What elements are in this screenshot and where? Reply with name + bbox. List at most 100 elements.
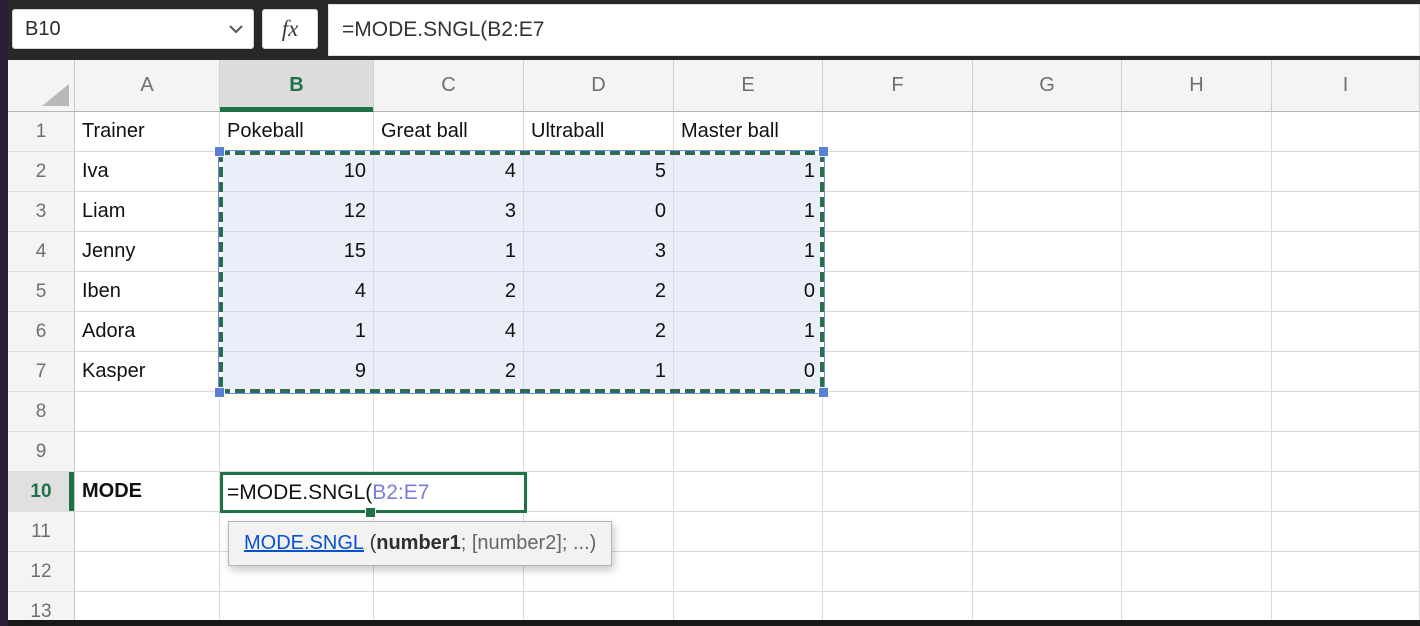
cell-G12[interactable] — [973, 552, 1122, 592]
col-header-C[interactable]: C — [374, 60, 524, 112]
cell-I7[interactable] — [1272, 352, 1420, 392]
cell-I6[interactable] — [1272, 312, 1420, 352]
cell-E11[interactable] — [674, 512, 823, 552]
cell-H4[interactable] — [1122, 232, 1272, 272]
cell-C8[interactable] — [374, 392, 524, 432]
cell-D10[interactable] — [524, 472, 674, 512]
col-header-I[interactable]: I — [1272, 60, 1420, 112]
cell-G10[interactable] — [973, 472, 1122, 512]
cell-H1[interactable] — [1122, 112, 1272, 152]
cell-A1[interactable]: Trainer — [75, 112, 220, 152]
cell-H6[interactable] — [1122, 312, 1272, 352]
insert-function-button[interactable]: fx — [262, 9, 318, 49]
cell-H12[interactable] — [1122, 552, 1272, 592]
cell-D4[interactable]: 3 — [524, 232, 674, 272]
row-header-9[interactable]: 9 — [8, 432, 75, 472]
cell-D9[interactable] — [524, 432, 674, 472]
col-header-D[interactable]: D — [524, 60, 674, 112]
cell-G6[interactable] — [973, 312, 1122, 352]
cell-B7[interactable]: 9 — [220, 352, 374, 392]
cell-A6[interactable]: Adora — [75, 312, 220, 352]
col-header-B[interactable]: B — [220, 60, 374, 112]
cell-D3[interactable]: 0 — [524, 192, 674, 232]
cell-C6[interactable]: 4 — [374, 312, 524, 352]
cell-H10[interactable] — [1122, 472, 1272, 512]
cell-I12[interactable] — [1272, 552, 1420, 592]
cell-F5[interactable] — [823, 272, 973, 312]
cell-I3[interactable] — [1272, 192, 1420, 232]
formula-bar-input[interactable]: =MODE.SNGL(B2:E7 — [328, 4, 1420, 56]
cell-D2[interactable]: 5 — [524, 152, 674, 192]
cell-A4[interactable]: Jenny — [75, 232, 220, 272]
selection-handle-bottom-left[interactable] — [214, 387, 225, 398]
cell-H7[interactable] — [1122, 352, 1272, 392]
cell-G2[interactable] — [973, 152, 1122, 192]
row-header-12[interactable]: 12 — [8, 552, 75, 592]
cell-G9[interactable] — [973, 432, 1122, 472]
cell-B8[interactable] — [220, 392, 374, 432]
function-help-link[interactable]: MODE.SNGL — [244, 532, 364, 555]
col-header-H[interactable]: H — [1122, 60, 1272, 112]
fill-handle[interactable] — [365, 507, 376, 518]
cell-E12[interactable] — [674, 552, 823, 592]
cell-C1[interactable]: Great ball — [374, 112, 524, 152]
row-header-3[interactable]: 3 — [8, 192, 75, 232]
cell-D8[interactable] — [524, 392, 674, 432]
name-box[interactable]: B10 — [12, 9, 254, 49]
cell-I4[interactable] — [1272, 232, 1420, 272]
cell-A11[interactable] — [75, 512, 220, 552]
cell-F3[interactable] — [823, 192, 973, 232]
cell-E7[interactable]: 0 — [674, 352, 823, 392]
cell-A10[interactable]: MODE — [75, 472, 220, 512]
cell-A9[interactable] — [75, 432, 220, 472]
cell-G11[interactable] — [973, 512, 1122, 552]
cell-A8[interactable] — [75, 392, 220, 432]
cell-I8[interactable] — [1272, 392, 1420, 432]
cell-G8[interactable] — [973, 392, 1122, 432]
cell-G1[interactable] — [973, 112, 1122, 152]
cell-E2[interactable]: 1 — [674, 152, 823, 192]
cell-G3[interactable] — [973, 192, 1122, 232]
cell-B6[interactable]: 1 — [220, 312, 374, 352]
cell-C5[interactable]: 2 — [374, 272, 524, 312]
cell-E4[interactable]: 1 — [674, 232, 823, 272]
cell-G7[interactable] — [973, 352, 1122, 392]
cell-F1[interactable] — [823, 112, 973, 152]
cell-C3[interactable]: 3 — [374, 192, 524, 232]
cell-F10[interactable] — [823, 472, 973, 512]
cell-F8[interactable] — [823, 392, 973, 432]
cell-F11[interactable] — [823, 512, 973, 552]
cell-B3[interactable]: 12 — [220, 192, 374, 232]
cell-C4[interactable]: 1 — [374, 232, 524, 272]
cell-E9[interactable] — [674, 432, 823, 472]
col-header-F[interactable]: F — [823, 60, 973, 112]
cell-B5[interactable]: 4 — [220, 272, 374, 312]
row-header-4[interactable]: 4 — [8, 232, 75, 272]
cell-F4[interactable] — [823, 232, 973, 272]
selection-handle-top-right[interactable] — [818, 146, 829, 157]
cell-I1[interactable] — [1272, 112, 1420, 152]
cell-A5[interactable]: Iben — [75, 272, 220, 312]
col-header-E[interactable]: E — [674, 60, 823, 112]
row-header-5[interactable]: 5 — [8, 272, 75, 312]
cell-I11[interactable] — [1272, 512, 1420, 552]
row-header-8[interactable]: 8 — [8, 392, 75, 432]
select-all-corner[interactable] — [8, 60, 75, 112]
cell-F6[interactable] — [823, 312, 973, 352]
cell-D6[interactable]: 2 — [524, 312, 674, 352]
cell-H8[interactable] — [1122, 392, 1272, 432]
cell-E5[interactable]: 0 — [674, 272, 823, 312]
cell-H2[interactable] — [1122, 152, 1272, 192]
row-header-10[interactable]: 10 — [8, 472, 75, 512]
row-header-11[interactable]: 11 — [8, 512, 75, 552]
cell-F12[interactable] — [823, 552, 973, 592]
cell-H5[interactable] — [1122, 272, 1272, 312]
cell-F2[interactable] — [823, 152, 973, 192]
cell-F7[interactable] — [823, 352, 973, 392]
cell-E8[interactable] — [674, 392, 823, 432]
cell-B9[interactable] — [220, 432, 374, 472]
cell-I2[interactable] — [1272, 152, 1420, 192]
cell-C2[interactable]: 4 — [374, 152, 524, 192]
row-header-1[interactable]: 1 — [8, 112, 75, 152]
row-header-2[interactable]: 2 — [8, 152, 75, 192]
